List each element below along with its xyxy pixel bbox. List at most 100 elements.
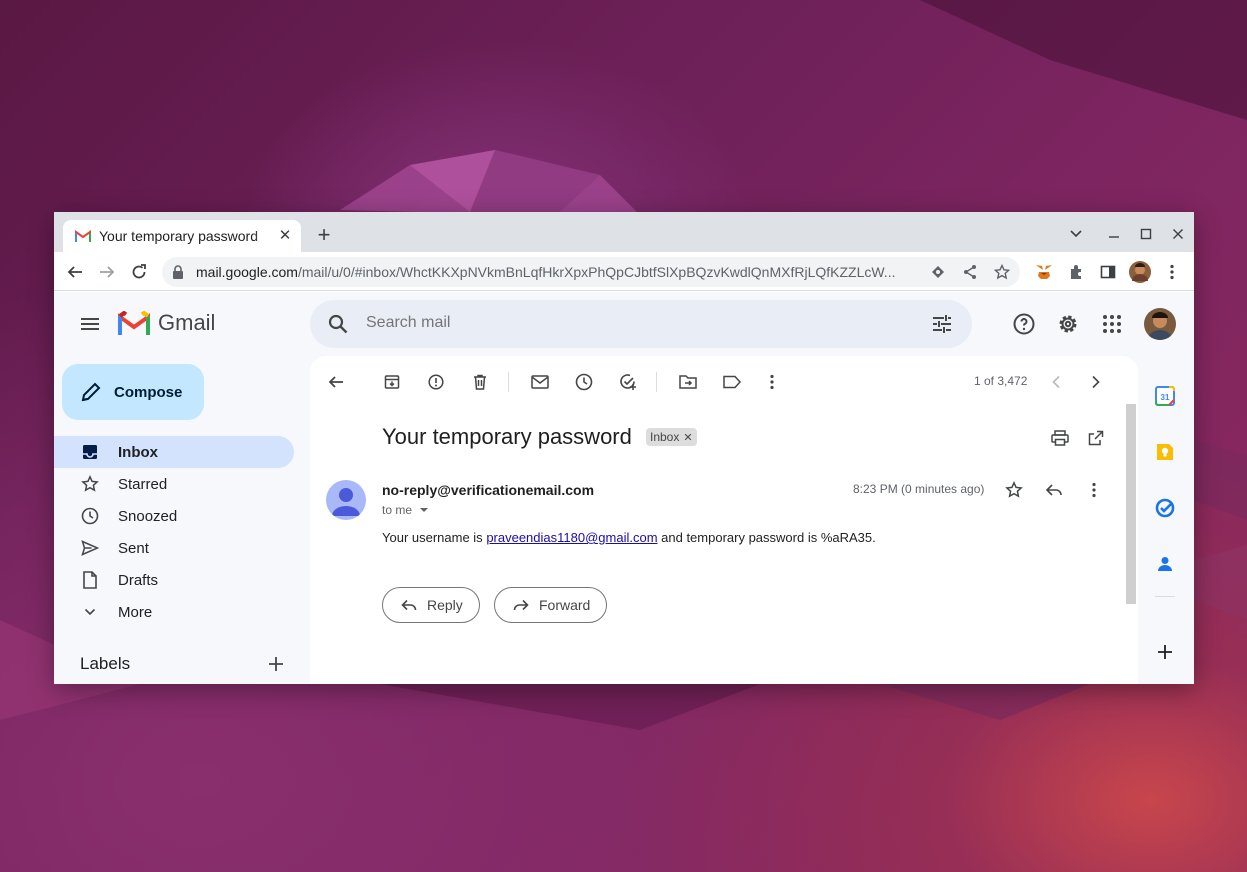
tab-strip: Your temporary password ✕ + (54, 212, 1194, 252)
recipient-details[interactable]: to me (382, 503, 432, 517)
more-options-icon[interactable] (760, 370, 784, 394)
print-icon[interactable] (1048, 426, 1072, 450)
older-chevron-right-icon[interactable] (1084, 370, 1108, 394)
metamask-extension-icon[interactable] (1031, 260, 1057, 284)
draft-icon (80, 570, 100, 590)
calendar-day-number: 31 (1161, 393, 1170, 402)
browser-tab[interactable]: Your temporary password ✕ (63, 220, 301, 252)
back-icon[interactable] (62, 260, 88, 284)
lens-icon[interactable] (928, 262, 948, 282)
sender-email[interactable]: no-reply@verificationemail.com (382, 482, 594, 498)
sender-avatar[interactable] (326, 480, 366, 520)
close-window-icon[interactable] (1168, 224, 1188, 244)
labels-heading: Labels (80, 654, 131, 673)
back-to-inbox-icon[interactable] (324, 370, 348, 394)
caret-down-icon[interactable] (416, 505, 432, 515)
apps-grid-icon[interactable] (1100, 312, 1124, 336)
search-icon[interactable] (326, 312, 350, 336)
message-more-icon[interactable] (1082, 478, 1106, 502)
inbox-icon (80, 442, 100, 462)
gmail-m-icon (118, 311, 150, 335)
reply-arrow-icon (401, 599, 417, 611)
forward-icon[interactable] (94, 260, 120, 284)
message-pane: 1 of 3,472 Your temporary password Inbox… (310, 356, 1138, 684)
compose-label: Compose (114, 383, 183, 401)
search-input[interactable] (366, 314, 886, 332)
inbox-label-badge[interactable]: Inbox ✕ (646, 428, 697, 446)
add-to-tasks-icon[interactable] (616, 370, 640, 394)
forward-arrow-icon (513, 599, 529, 611)
minimize-icon[interactable] (1104, 224, 1124, 244)
badge-label: Inbox (650, 430, 680, 444)
sidebar-item-more[interactable]: More (54, 596, 294, 628)
chevron-down-icon (80, 602, 100, 622)
label-tag-icon[interactable] (720, 370, 744, 394)
get-addons-plus-icon[interactable] (1153, 640, 1177, 664)
send-icon (80, 538, 100, 558)
tab-close-icon[interactable]: ✕ (277, 228, 293, 244)
side-panel-divider (1155, 596, 1175, 597)
sidebar-item-inbox[interactable]: Inbox (54, 436, 294, 468)
account-avatar[interactable] (1144, 308, 1176, 340)
message-subject: Your temporary password (382, 424, 632, 449)
browser-menu-icon[interactable] (1159, 260, 1185, 284)
side-panel: 31 (1150, 356, 1180, 684)
search-options-icon[interactable] (930, 312, 954, 336)
report-spam-icon[interactable] (424, 370, 448, 394)
newer-chevron-left-icon[interactable] (1044, 370, 1068, 394)
mark-unread-icon[interactable] (528, 370, 552, 394)
keep-icon[interactable] (1153, 440, 1177, 464)
bookmark-star-icon[interactable] (992, 262, 1012, 282)
address-bar[interactable]: mail.google.com/mail/u/0/#inbox/WhctKKXp… (162, 257, 1020, 287)
new-tab-icon[interactable]: + (312, 224, 336, 248)
sidebar-item-snoozed[interactable]: Snoozed (54, 500, 294, 532)
reply-label: Reply (427, 597, 463, 613)
delete-trash-icon[interactable] (468, 370, 492, 394)
tab-search-chevron-icon[interactable] (1066, 224, 1086, 244)
archive-icon[interactable] (380, 370, 404, 394)
sidebar-item-sent[interactable]: Sent (54, 532, 294, 564)
url-text[interactable]: mail.google.com/mail/u/0/#inbox/WhctKKXp… (196, 264, 926, 280)
reload-icon[interactable] (126, 260, 152, 284)
remove-label-icon[interactable]: ✕ (683, 431, 692, 444)
reply-button[interactable]: Reply (382, 587, 480, 623)
contacts-icon[interactable] (1153, 552, 1177, 576)
tab-title: Your temporary password (99, 228, 259, 244)
pencil-icon (81, 382, 101, 402)
star-message-icon[interactable] (1002, 478, 1026, 502)
star-icon (80, 474, 100, 494)
gmail-favicon-icon (75, 228, 91, 244)
help-icon[interactable] (1012, 312, 1036, 336)
sidebar-item-label: Snoozed (118, 507, 178, 525)
create-label-plus-icon[interactable] (266, 654, 286, 674)
calendar-icon[interactable]: 31 (1153, 384, 1177, 408)
sidebar-item-starred[interactable]: Starred (54, 468, 294, 500)
settings-gear-icon[interactable] (1056, 312, 1080, 336)
reply-icon[interactable] (1042, 478, 1066, 502)
toolbar-divider (656, 372, 657, 392)
snooze-clock-icon[interactable] (572, 370, 596, 394)
sidebar-item-label: Inbox (118, 443, 158, 461)
forward-label: Forward (539, 597, 591, 613)
gmail-logo[interactable]: Gmail (118, 310, 215, 336)
message-body: Your username is praveendias1180@gmail.c… (382, 530, 876, 545)
forward-button[interactable]: Forward (494, 587, 608, 623)
move-to-folder-icon[interactable] (676, 370, 700, 394)
sidebar-item-label: Sent (118, 539, 149, 557)
main-menu-icon[interactable] (78, 312, 102, 336)
username-email-link[interactable]: praveendias1180@gmail.com (486, 530, 657, 545)
maximize-icon[interactable] (1136, 224, 1156, 244)
side-panel-icon[interactable] (1095, 260, 1121, 284)
sidebar-item-drafts[interactable]: Drafts (54, 564, 294, 596)
profile-avatar-icon[interactable] (1127, 260, 1153, 284)
share-icon[interactable] (960, 262, 980, 282)
gmail-app: Gmail Search mail Compose Inbox Starred … (54, 292, 1194, 684)
open-new-window-icon[interactable] (1084, 426, 1108, 450)
scrollbar-thumb[interactable] (1126, 404, 1136, 604)
lock-icon[interactable] (172, 264, 186, 280)
extensions-puzzle-icon[interactable] (1063, 260, 1089, 284)
tasks-icon[interactable] (1153, 496, 1177, 520)
compose-button[interactable]: Compose (62, 364, 204, 420)
browser-window: Your temporary password ✕ + mail.google.… (54, 212, 1194, 684)
sidebar-nav: Inbox Starred Snoozed Sent Drafts More (54, 436, 294, 628)
